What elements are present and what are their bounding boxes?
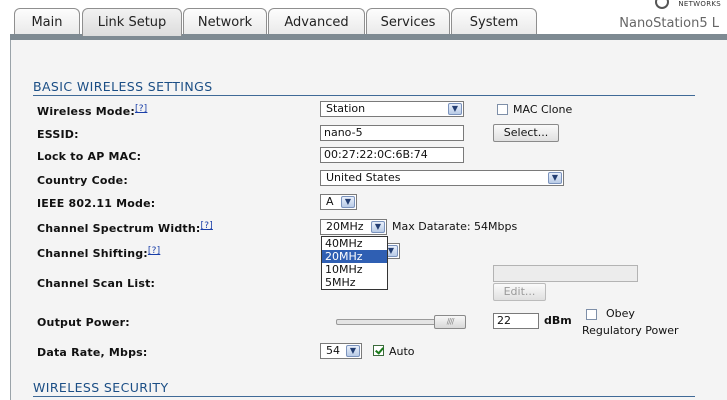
output-power-slider-handle[interactable]: ////	[434, 315, 466, 329]
tab-advanced[interactable]: Advanced	[268, 8, 365, 35]
essid-input[interactable]: nano-5	[320, 125, 464, 141]
output-power-label: Output Power:	[37, 316, 130, 329]
country-code-select[interactable]: United States ▼	[320, 170, 564, 186]
channel-width-select[interactable]: 20MHz ▼	[320, 219, 387, 235]
tab-link-setup[interactable]: Link Setup	[82, 8, 182, 36]
brand-logo-icon	[655, 0, 669, 9]
output-power-unit: dBm	[544, 314, 572, 327]
channel-scan-list-label: Channel Scan List:	[37, 277, 156, 290]
chevron-down-icon: ▼	[346, 345, 360, 357]
regulatory-power-label: Regulatory Power	[582, 324, 679, 337]
max-datarate-text: Max Datarate: 54Mbps	[392, 220, 518, 233]
chevron-down-icon: ▼	[371, 221, 385, 233]
tab-system[interactable]: System	[451, 8, 537, 35]
tab-main[interactable]: Main	[14, 8, 80, 35]
essid-label: ESSID:	[37, 128, 79, 141]
data-rate-auto-checkbox[interactable]	[373, 345, 384, 356]
chevron-down-icon: ▼	[548, 172, 562, 184]
mac-clone-checkbox[interactable]	[497, 104, 508, 115]
wireless-mode-help-link[interactable]: [?]	[135, 104, 147, 114]
mac-clone-label: MAC Clone	[513, 103, 573, 116]
channel-width-option-40[interactable]: 40MHz	[322, 237, 387, 250]
channel-width-option-10[interactable]: 10MHz	[322, 263, 387, 276]
output-power-input[interactable]: 22	[493, 313, 539, 329]
channel-width-dropdown-list: 40MHz 20MHz 10MHz 5MHz	[321, 236, 388, 290]
chevron-down-icon: ▼	[448, 103, 462, 115]
brand-text: NETWORKS	[678, 0, 721, 8]
tab-network[interactable]: Network	[183, 8, 267, 35]
channel-scan-list-input[interactable]	[493, 265, 638, 282]
chevron-down-icon: ▼	[341, 196, 355, 208]
channel-width-option-20[interactable]: 20MHz	[322, 250, 387, 263]
ieee-mode-select[interactable]: A ▼	[320, 194, 357, 210]
channel-scan-edit-button[interactable]: Edit...	[493, 283, 546, 301]
device-name: NanoStation5 L	[619, 16, 719, 31]
essid-select-button[interactable]: Select...	[493, 124, 559, 142]
data-rate-select[interactable]: 54 ▼	[320, 343, 362, 359]
data-rate-label: Data Rate, Mbps:	[37, 346, 148, 359]
obey-label: Obey	[606, 307, 635, 320]
channel-shifting-help-link[interactable]: [?]	[148, 246, 160, 256]
section-wireless-security: WIRELESS SECURITY	[33, 380, 695, 397]
lock-ap-mac-label: Lock to AP MAC:	[37, 150, 142, 163]
channel-width-label: Channel Spectrum Width:[?]	[37, 221, 213, 235]
country-code-label: Country Code:	[37, 174, 128, 187]
section-basic-wireless: BASIC WIRELESS SETTINGS	[33, 79, 695, 96]
wireless-mode-label: Wireless Mode:[?]	[37, 104, 148, 118]
channel-width-option-5[interactable]: 5MHz	[322, 276, 387, 289]
wireless-mode-select[interactable]: Station ▼	[320, 101, 464, 117]
tab-services[interactable]: Services	[366, 8, 450, 35]
channel-shifting-label: Channel Shifting:[?]	[37, 246, 161, 260]
data-rate-auto-label: Auto	[389, 345, 415, 358]
lock-ap-mac-input[interactable]: 00:27:22:0C:6B:74	[320, 147, 464, 163]
obey-regulatory-checkbox[interactable]	[586, 309, 597, 320]
channel-width-help-link[interactable]: [?]	[201, 221, 213, 231]
ieee-mode-label: IEEE 802.11 Mode:	[37, 197, 156, 210]
